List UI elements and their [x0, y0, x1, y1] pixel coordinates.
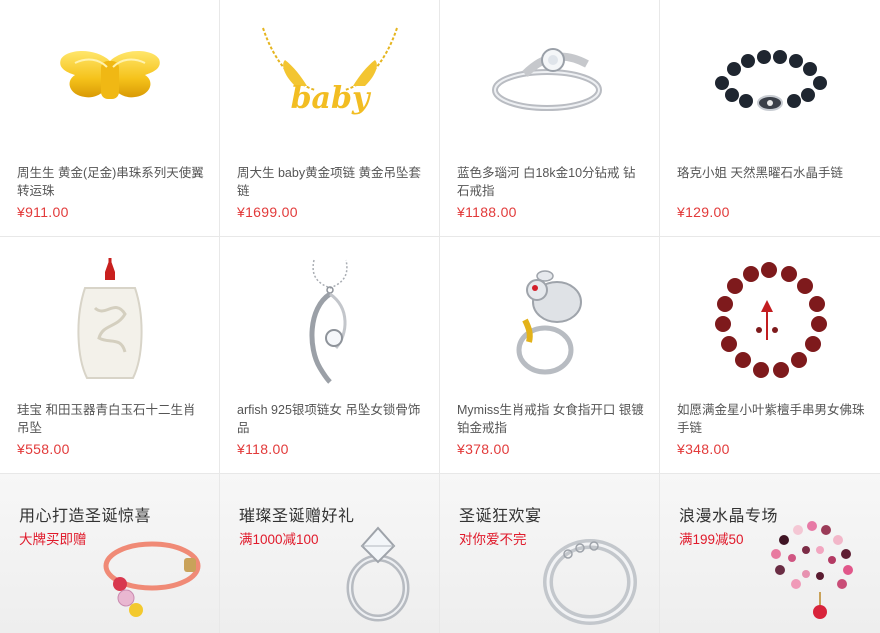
- product-price: ¥1188.00: [457, 204, 517, 220]
- product-card-6[interactable]: arfish 925银项链女 吊坠女锁骨饰品 ¥118.00: [220, 237, 440, 474]
- product-title[interactable]: 珪宝 和田玉器青白玉石十二生肖吊坠: [17, 401, 205, 437]
- product-price: ¥348.00: [677, 441, 730, 457]
- product-grid: 周生生 黄金(足金)串珠系列天使翼转运珠 ¥911.00 baby 周大生 ba…: [0, 0, 880, 633]
- promo-image-silver-bangle[interactable]: [540, 528, 640, 631]
- product-card-2[interactable]: baby 周大生 baby黄金项链 黄金吊坠套链 ¥1699.00: [220, 0, 440, 237]
- promo-subtitle[interactable]: 对你爱不完: [459, 528, 527, 548]
- product-image-jade-pendant[interactable]: [0, 257, 219, 389]
- product-image-sandalwood-bead-bracelet[interactable]: [660, 257, 880, 389]
- promo-card-4[interactable]: 浪漫水晶专场 满199减50: [660, 474, 880, 633]
- product-card-3[interactable]: 蓝色多瑙河 白18k金10分钻戒 钻石戒指 ¥1188.00: [440, 0, 660, 237]
- product-image-gold-wing-charm[interactable]: [0, 14, 219, 144]
- promo-card-1[interactable]: 用心打造圣诞惊喜 大牌买即赠: [0, 474, 220, 633]
- product-title[interactable]: 珞克小姐 天然黑曜石水晶手链: [677, 164, 866, 182]
- promo-card-2[interactable]: 璀璨圣诞赠好礼 满1000减100: [220, 474, 440, 633]
- promo-image-beaded-rope-bracelet[interactable]: [100, 536, 210, 625]
- product-image-white-gold-diamond-ring[interactable]: [440, 14, 659, 144]
- product-title[interactable]: arfish 925银项链女 吊坠女锁骨饰品: [237, 401, 425, 437]
- product-image-silver-pendant-necklace[interactable]: [220, 257, 439, 389]
- product-card-8[interactable]: 如愿满金星小叶紫檀手串男女佛珠手链 ¥348.00: [660, 237, 880, 474]
- product-title[interactable]: 周生生 黄金(足金)串珠系列天使翼转运珠: [17, 164, 205, 200]
- product-price: ¥118.00: [237, 441, 289, 457]
- product-price: ¥558.00: [17, 441, 70, 457]
- promo-image-solitaire-ring[interactable]: [338, 522, 418, 631]
- product-title[interactable]: 周大生 baby黄金项链 黄金吊坠套链: [237, 164, 425, 200]
- product-price: ¥1699.00: [237, 204, 298, 220]
- product-price: ¥911.00: [17, 204, 69, 220]
- product-price: ¥129.00: [677, 204, 730, 220]
- promo-subtitle[interactable]: 大牌买即赠: [19, 528, 87, 548]
- promo-title[interactable]: 用心打造圣诞惊喜: [19, 502, 151, 526]
- product-image-gold-baby-necklace[interactable]: baby: [220, 14, 439, 144]
- promo-title[interactable]: 圣诞狂欢宴: [459, 502, 542, 526]
- product-price: ¥378.00: [457, 441, 510, 457]
- product-title[interactable]: 如愿满金星小叶紫檀手串男女佛珠手链: [677, 401, 866, 437]
- product-image-obsidian-bracelet[interactable]: [660, 14, 880, 144]
- product-card-5[interactable]: 珪宝 和田玉器青白玉石十二生肖吊坠 ¥558.00: [0, 237, 220, 474]
- product-title[interactable]: 蓝色多瑙河 白18k金10分钻戒 钻石戒指: [457, 164, 645, 200]
- promo-card-3[interactable]: 圣诞狂欢宴 对你爱不完: [440, 474, 660, 633]
- promo-image-tourmaline-crystal-bracelet[interactable]: [762, 514, 862, 629]
- product-title[interactable]: Mymiss生肖戒指 女食指开口 银镀铂金戒指: [457, 401, 645, 437]
- promo-subtitle[interactable]: 满1000减100: [239, 528, 319, 548]
- promo-subtitle[interactable]: 满199减50: [679, 528, 744, 548]
- product-card-1[interactable]: 周生生 黄金(足金)串珠系列天使翼转运珠 ¥911.00: [0, 0, 220, 237]
- product-card-4[interactable]: 珞克小姐 天然黑曜石水晶手链 ¥129.00: [660, 0, 880, 237]
- product-image-rabbit-ring[interactable]: [440, 257, 659, 389]
- product-card-7[interactable]: Mymiss生肖戒指 女食指开口 银镀铂金戒指 ¥378.00: [440, 237, 660, 474]
- svg-text:baby: baby: [290, 81, 371, 116]
